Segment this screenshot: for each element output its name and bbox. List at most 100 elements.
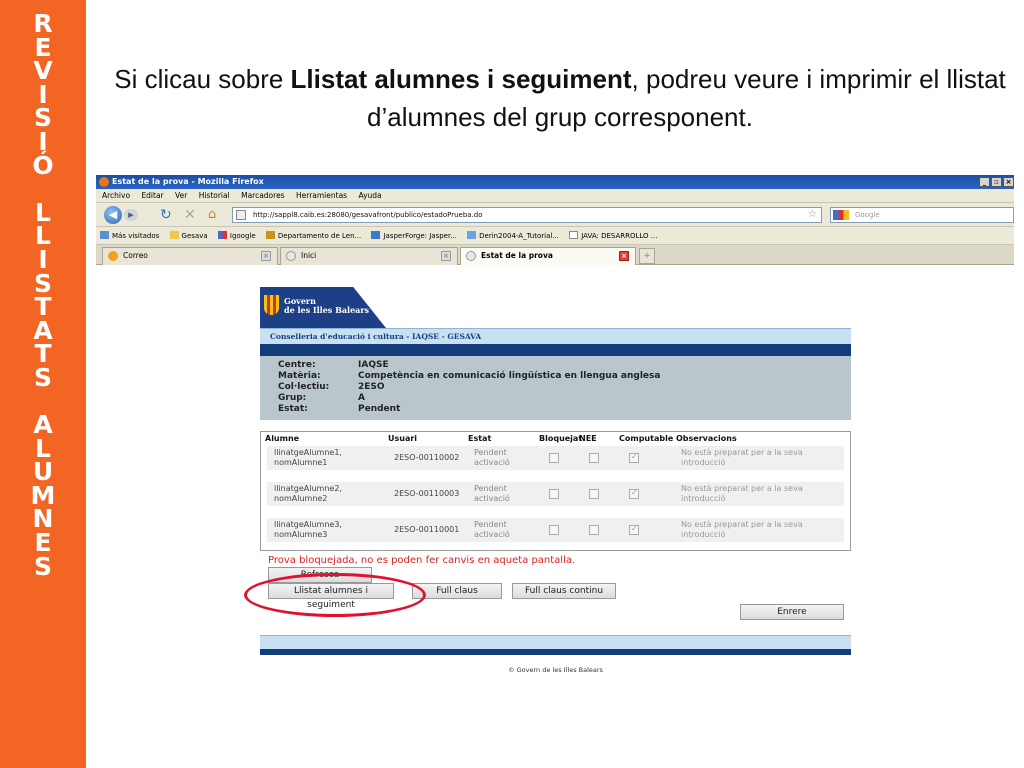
bookmark-item[interactable]: Más visitados <box>100 231 159 240</box>
bookmark-icon <box>371 231 381 239</box>
computable-checkbox[interactable] <box>629 488 639 499</box>
header-bloquejat: Bloquejat <box>539 434 583 443</box>
estat-cell: Pendent <box>474 520 507 529</box>
tab-inici[interactable]: Inici × <box>280 247 458 265</box>
nee-checkbox[interactable] <box>589 525 599 535</box>
tab-bar: Correo × Inici × Estat de la prova × + <box>96 245 1014 265</box>
logo-line2: de les Illes Balears <box>284 305 370 315</box>
bookmark-item[interactable]: Derin2004-A_Tutorial... <box>467 231 559 240</box>
enrere-button[interactable]: Enrere <box>740 604 844 620</box>
close-tab-icon[interactable]: × <box>441 251 451 261</box>
sidebar: REVISIÓ LLISTATS ALUMNES <box>0 0 86 768</box>
info-row-collectiu: Col·lectiu: 2ESO <box>278 382 851 393</box>
header-nee: NEE <box>579 434 597 443</box>
bloquejat-checkbox[interactable] <box>549 489 559 499</box>
info-value: IAQSE <box>358 360 389 370</box>
estat-cell: Pendent <box>474 448 507 457</box>
nee-checkbox[interactable] <box>589 453 599 463</box>
observacions-cell: introducció <box>681 458 726 467</box>
close-tab-icon[interactable]: × <box>261 251 271 261</box>
observacions-cell: No està preparat per a la seva <box>681 484 803 493</box>
close-tab-icon[interactable]: × <box>619 251 629 261</box>
bookmark-item[interactable]: JasperForge: Jasper... <box>371 231 457 240</box>
page-icon <box>569 231 579 239</box>
observacions-cell: No està preparat per a la seva <box>681 520 803 529</box>
table-row[interactable]: llinatgeAlumne3, nomAlumne3 2ESO-0011000… <box>267 518 844 542</box>
bookmark-item[interactable]: Igoogle <box>217 231 256 240</box>
tab-label: Estat de la prova <box>481 251 553 260</box>
table-header: Alumne Usuari Estat Bloquejat NEE Comput… <box>261 432 852 446</box>
menu-historial[interactable]: Historial <box>199 191 230 200</box>
shield-icon <box>264 295 279 315</box>
page-icon <box>286 251 296 261</box>
home-icon[interactable]: ⌂ <box>208 206 216 224</box>
computable-checkbox[interactable] <box>629 452 639 463</box>
alumne-cell: nomAlumne1 <box>274 458 328 467</box>
info-label: Matèria: <box>278 371 321 381</box>
header-usuari: Usuari <box>388 434 418 443</box>
bloquejat-checkbox[interactable] <box>549 525 559 535</box>
menu-herramientas[interactable]: Herramientas <box>296 191 347 200</box>
sidebar-letter: S <box>33 551 52 581</box>
info-row-estat: Estat: Pendent <box>278 404 851 415</box>
bookmark-item[interactable]: Departamento de Len... <box>265 231 361 240</box>
stop-icon[interactable]: ✕ <box>184 206 196 224</box>
estat-cell: activació <box>474 458 510 467</box>
alumne-cell: nomAlumne2 <box>274 494 328 503</box>
footer-divider <box>260 649 851 655</box>
bookmark-star-icon[interactable]: ☆ <box>808 208 817 222</box>
menu-ver[interactable]: Ver <box>175 191 187 200</box>
url-bar[interactable]: http://sappl8.caib.es:28080/gesavafront/… <box>232 207 822 223</box>
info-panel: Centre: IAQSE Matèria: Competència en comu… <box>260 356 851 420</box>
navigation-toolbar: ◀ ▶ ↻ ✕ ⌂ http://sappl8.caib.es:28080/ge… <box>96 203 1014 227</box>
info-value: Pendent <box>358 404 401 414</box>
tab-correo[interactable]: Correo × <box>102 247 278 265</box>
header-computable: Computable <box>619 434 674 443</box>
bookmark-icon <box>100 231 109 239</box>
window-title: Estat de la prova - Mozilla Firefox <box>112 177 264 186</box>
close-icon[interactable]: × <box>1003 177 1014 187</box>
bookmark-item[interactable]: JAVA: DESARROLLO ... <box>569 231 657 240</box>
bloquejat-checkbox[interactable] <box>549 453 559 463</box>
menu-editar[interactable]: Editar <box>141 191 163 200</box>
reload-icon[interactable]: ↻ <box>160 206 172 224</box>
bookmark-item[interactable]: Gesava <box>169 231 208 240</box>
back-icon[interactable]: ◀ <box>104 206 122 224</box>
menu-archivo[interactable]: Archivo <box>102 191 130 200</box>
mail-icon <box>108 251 118 261</box>
search-input[interactable]: Google <box>830 207 1014 223</box>
bookmarks-toolbar: Más visitados Gesava Igoogle Departament… <box>96 227 1014 245</box>
firefox-logo-icon <box>99 177 109 187</box>
full-claus-continu-button[interactable]: Full claus continu <box>512 583 616 599</box>
tab-label: Correo <box>123 251 148 260</box>
table-row[interactable]: llinatgeAlumne1, nomAlumne1 2ESO-0011000… <box>267 446 844 470</box>
menu-bar: Archivo Editar Ver Historial Marcadores … <box>96 189 1014 203</box>
header-estat: Estat <box>468 434 492 443</box>
nee-checkbox[interactable] <box>589 489 599 499</box>
computable-checkbox[interactable] <box>629 524 639 535</box>
blocked-message: Prova bloquejada, no es poden fer canvis… <box>268 555 576 566</box>
info-label: Estat: <box>278 404 308 414</box>
minimize-icon[interactable]: _ <box>979 177 990 187</box>
sidebar-letter: I <box>38 244 48 274</box>
footer-bar <box>260 635 851 649</box>
header-divider <box>260 344 851 356</box>
new-tab-icon[interactable]: + <box>639 248 655 264</box>
header-alumne: Alumne <box>265 434 300 443</box>
google-icon <box>833 210 849 220</box>
forward-icon[interactable]: ▶ <box>124 209 138 221</box>
menu-ayuda[interactable]: Ayuda <box>358 191 381 200</box>
govern-logo: Govern de les Illes Balears <box>260 287 386 328</box>
maximize-icon[interactable]: ▫ <box>991 177 1002 187</box>
tab-estat-de-la-prova[interactable]: Estat de la prova × <box>460 247 636 265</box>
students-table: Alumne Usuari Estat Bloquejat NEE Comput… <box>260 431 851 551</box>
url-text: http://sappl8.caib.es:28080/gesavafront/… <box>253 211 483 219</box>
info-value: Competència en comunicació lingüística e… <box>358 371 661 381</box>
estat-cell: activació <box>474 530 510 539</box>
menu-marcadores[interactable]: Marcadores <box>241 191 285 200</box>
heading-pre: Si clicau sobre <box>114 64 291 94</box>
info-row-centre: Centre: IAQSE <box>278 360 851 371</box>
info-label: Centre: <box>278 360 316 370</box>
table-row[interactable]: llinatgeAlumne2, nomAlumne2 2ESO-0011000… <box>267 482 844 506</box>
sidebar-letter: S <box>33 362 52 392</box>
